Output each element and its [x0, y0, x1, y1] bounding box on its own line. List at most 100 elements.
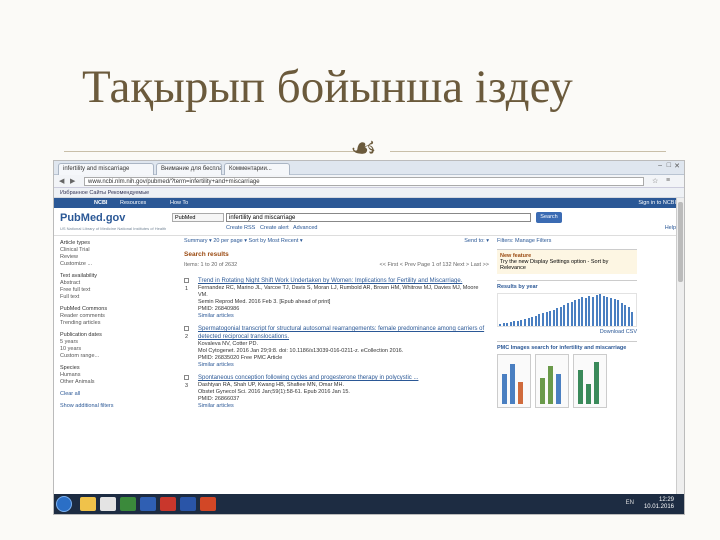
- alert-link[interactable]: Create alert: [260, 225, 289, 231]
- explorer-icon[interactable]: [80, 497, 96, 511]
- language-indicator[interactable]: EN: [626, 500, 634, 506]
- filters-manage-link[interactable]: Filters: Manage Filters: [497, 238, 637, 244]
- send-to-menu[interactable]: Send to: ▾: [464, 238, 489, 244]
- result-title[interactable]: Trend in Rotating Night Shift Work Under…: [198, 277, 489, 285]
- display-settings[interactable]: Summary ▾ 20 per page ▾ Sort by Most Rec…: [184, 238, 303, 244]
- image-thumbnail[interactable]: [573, 354, 607, 408]
- year-bar[interactable]: [509, 322, 512, 326]
- year-bar[interactable]: [609, 297, 612, 326]
- filter-link[interactable]: 5 years: [60, 339, 132, 346]
- ncbi-brand[interactable]: NCBI: [94, 200, 107, 206]
- image-thumbnail[interactable]: [497, 354, 531, 408]
- menu-icon[interactable]: ≡: [666, 177, 670, 184]
- maximize-icon[interactable]: □: [667, 162, 671, 169]
- vertical-scrollbar[interactable]: [676, 198, 684, 496]
- star-icon[interactable]: ☆: [652, 177, 658, 185]
- help-link[interactable]: Help: [665, 225, 676, 231]
- year-bar[interactable]: [559, 306, 562, 326]
- year-bar[interactable]: [617, 299, 620, 326]
- year-bar[interactable]: [552, 309, 555, 326]
- advanced-link[interactable]: Advanced: [293, 225, 317, 231]
- year-bar[interactable]: [563, 304, 566, 326]
- back-icon[interactable]: ◀: [59, 177, 64, 185]
- result-title[interactable]: Spontaneous conception following cycles …: [198, 374, 489, 382]
- year-bar[interactable]: [520, 320, 523, 326]
- bookmarks-bar[interactable]: Избранное Сайты Рекомендуемые: [54, 188, 684, 198]
- chrome-icon[interactable]: [120, 497, 136, 511]
- result-checkbox[interactable]: [184, 326, 189, 331]
- filter-link[interactable]: Full text: [60, 294, 132, 301]
- download-csv-link[interactable]: Download CSV: [497, 329, 637, 335]
- year-bar[interactable]: [620, 302, 623, 326]
- pubmed-logo[interactable]: PubMed.gov: [60, 212, 125, 224]
- filter-link[interactable]: Other Animals: [60, 379, 132, 386]
- filter-link[interactable]: Free full text: [60, 287, 132, 294]
- similar-link[interactable]: Similar articles: [198, 403, 489, 410]
- year-bar[interactable]: [602, 295, 605, 326]
- year-bar[interactable]: [502, 323, 505, 326]
- filter-link[interactable]: 10 years: [60, 346, 132, 353]
- year-bar[interactable]: [545, 312, 548, 326]
- year-bar[interactable]: [592, 296, 595, 326]
- page-nav[interactable]: << First < Prev Page 1 of 132 Next > Las…: [380, 262, 489, 268]
- result-title[interactable]: Spermatogonial transcript for structural…: [198, 325, 489, 341]
- howto-menu[interactable]: How To: [170, 200, 188, 206]
- year-bar[interactable]: [531, 317, 534, 326]
- year-bar[interactable]: [513, 321, 516, 326]
- tab-pubmed[interactable]: infertility and miscarriage: [58, 163, 154, 175]
- year-bar[interactable]: [556, 307, 559, 326]
- ie-icon[interactable]: [140, 497, 156, 511]
- tab-second[interactable]: Внимание для бесплатн...: [156, 163, 222, 175]
- search-button[interactable]: Search: [536, 212, 562, 223]
- url-field[interactable]: www.ncbi.nlm.nih.gov/pubmed/?term=infert…: [84, 177, 644, 186]
- year-bar[interactable]: [581, 296, 584, 326]
- year-bar[interactable]: [516, 321, 519, 326]
- show-filters-link[interactable]: Show additional filters: [60, 403, 132, 410]
- image-thumbnail[interactable]: [535, 354, 569, 408]
- year-bar[interactable]: [538, 314, 541, 326]
- minimize-icon[interactable]: –: [658, 162, 662, 169]
- year-bar[interactable]: [570, 301, 573, 326]
- result-checkbox[interactable]: [184, 375, 189, 380]
- year-bar[interactable]: [499, 324, 501, 326]
- media-icon[interactable]: [100, 497, 116, 511]
- year-bar[interactable]: [577, 298, 580, 326]
- year-bar[interactable]: [541, 313, 544, 326]
- year-bar[interactable]: [567, 302, 569, 326]
- start-button[interactable]: [56, 496, 72, 512]
- powerpoint-icon[interactable]: [200, 497, 216, 511]
- opera-icon[interactable]: [160, 497, 176, 511]
- tab-third[interactable]: Комментарии...: [224, 163, 290, 175]
- rss-link[interactable]: Create RSS: [226, 225, 255, 231]
- year-bar[interactable]: [506, 323, 509, 326]
- close-icon[interactable]: ✕: [674, 162, 680, 170]
- search-input[interactable]: infertility and miscarriage: [226, 213, 531, 222]
- result-checkbox[interactable]: [184, 278, 189, 283]
- similar-link[interactable]: Similar articles: [198, 362, 489, 369]
- filter-link[interactable]: Clinical Trial: [60, 247, 132, 254]
- filter-link[interactable]: Humans: [60, 372, 132, 379]
- year-bar[interactable]: [574, 299, 577, 326]
- year-bar[interactable]: [549, 310, 552, 326]
- filter-link[interactable]: Customize ...: [60, 261, 132, 268]
- filter-link[interactable]: Custom range...: [60, 353, 132, 360]
- signin-link[interactable]: Sign in to NCBI: [638, 200, 676, 206]
- filter-link[interactable]: Abstract: [60, 280, 132, 287]
- resources-menu[interactable]: Resources: [120, 200, 146, 206]
- year-bar[interactable]: [595, 294, 598, 326]
- clear-all-link[interactable]: Clear all: [60, 391, 132, 398]
- year-bar[interactable]: [584, 297, 587, 326]
- year-bar[interactable]: [606, 296, 609, 326]
- word-icon[interactable]: [180, 497, 196, 511]
- filter-link[interactable]: Reader comments: [60, 313, 132, 320]
- pmc-images-heading[interactable]: PMC Images search for infertility and mi…: [497, 345, 637, 351]
- year-chart[interactable]: [497, 293, 637, 327]
- forward-icon[interactable]: ▶: [70, 177, 75, 185]
- filter-link[interactable]: Review: [60, 254, 132, 261]
- year-bar[interactable]: [613, 298, 616, 326]
- new-feature-text[interactable]: Try the new Display Settings option - So…: [500, 259, 634, 271]
- database-select[interactable]: PubMed: [172, 213, 224, 222]
- similar-link[interactable]: Similar articles: [198, 313, 489, 320]
- year-bar[interactable]: [524, 319, 527, 326]
- year-bar[interactable]: [599, 294, 602, 326]
